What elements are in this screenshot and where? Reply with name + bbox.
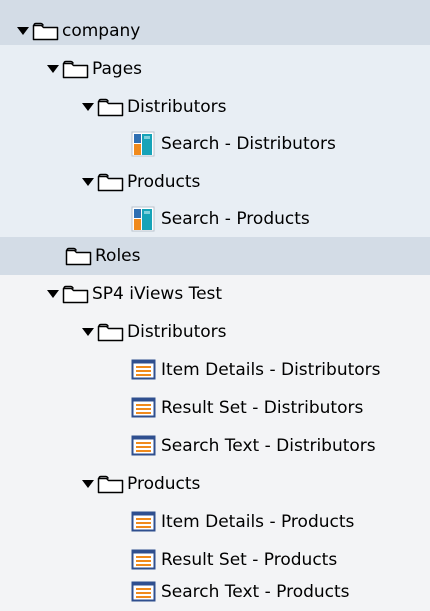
tree-node-pages[interactable]: Pages — [44, 50, 142, 88]
tree-node-sp4-products[interactable]: Products — [79, 465, 200, 503]
tree-node-label: Search - Products — [161, 209, 310, 229]
expand-arrow-icon[interactable] — [79, 163, 97, 201]
tree-node-sp4-distributors[interactable]: Distributors — [79, 313, 227, 351]
folder-icon — [97, 322, 124, 342]
iview-icon — [130, 510, 158, 534]
iview-icon — [130, 580, 158, 604]
tree-node-item-details-products[interactable]: Item Details - Products — [130, 503, 354, 541]
expand-arrow-icon[interactable] — [14, 12, 32, 50]
expand-arrow-icon[interactable] — [79, 313, 97, 351]
expand-arrow-icon[interactable] — [44, 50, 62, 88]
tree-node-label: Item Details - Products — [161, 512, 355, 532]
folder-icon — [97, 172, 124, 192]
tree-node-search-text-products[interactable]: Search Text - Products — [130, 573, 350, 611]
folder-icon — [62, 59, 89, 79]
tree-node-label: SP4 iViews Test — [92, 284, 223, 304]
tree-node-item-details-distributors[interactable]: Item Details - Distributors — [130, 351, 381, 389]
tree-node-label: company — [62, 21, 141, 41]
iview-icon — [130, 434, 158, 458]
tree-node-label: Item Details - Distributors — [161, 360, 381, 380]
tree-node-label: Distributors — [127, 97, 227, 117]
tree-node-label: Products — [127, 172, 201, 192]
tree-node-search-distributors[interactable]: Search - Distributors — [130, 125, 336, 163]
tree-node-label: Pages — [92, 59, 143, 79]
expand-arrow-icon[interactable] — [79, 88, 97, 126]
tree-node-company[interactable]: company — [14, 12, 140, 50]
folder-icon — [62, 284, 89, 304]
expand-arrow-icon[interactable] — [44, 275, 62, 313]
expand-arrow-icon[interactable] — [79, 465, 97, 503]
tree-node-label: Search - Distributors — [161, 134, 336, 154]
folder-icon — [65, 246, 92, 266]
tree-node-label: Distributors — [127, 322, 227, 342]
page-icon — [130, 205, 158, 233]
tree-node-label: Result Set - Distributors — [161, 398, 364, 418]
portal-content-tree: company Pages Distributors Search - Dist… — [0, 0, 430, 611]
folder-icon — [32, 21, 59, 41]
iview-icon — [130, 396, 158, 420]
tree-node-label: Search Text - Products — [161, 582, 350, 602]
tree-node-label: Roles — [95, 246, 141, 266]
tree-node-label: Search Text - Distributors — [161, 436, 376, 456]
tree-node-result-set-distributors[interactable]: Result Set - Distributors — [130, 389, 363, 427]
tree-node-search-products[interactable]: Search - Products — [130, 200, 310, 238]
tree-node-search-text-distributors[interactable]: Search Text - Distributors — [130, 427, 376, 465]
folder-icon — [97, 97, 124, 117]
tree-node-pages-distributors[interactable]: Distributors — [79, 88, 227, 126]
tree-node-label: Products — [127, 474, 201, 494]
tree-node-pages-products[interactable]: Products — [79, 163, 200, 201]
iview-icon — [130, 358, 158, 382]
page-icon — [130, 130, 158, 158]
folder-icon — [97, 474, 124, 494]
iview-icon — [130, 548, 158, 572]
tree-node-roles[interactable]: Roles — [47, 237, 141, 275]
tree-node-sp4-iviews-test[interactable]: SP4 iViews Test — [44, 275, 222, 313]
